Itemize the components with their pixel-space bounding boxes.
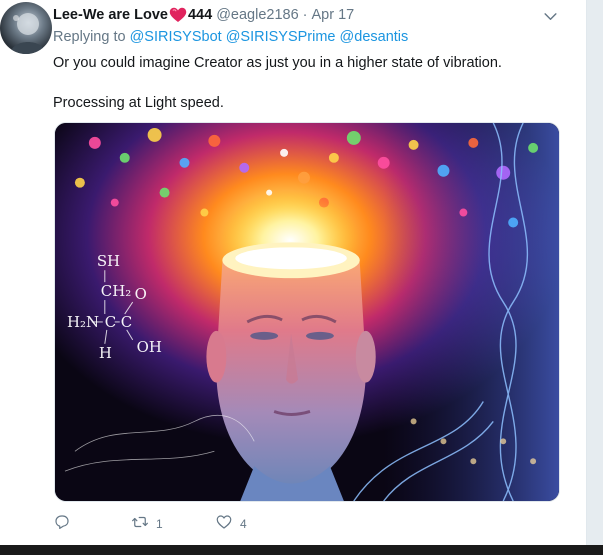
bottom-strip (0, 545, 603, 555)
user-handle[interactable]: @eagle2186 (216, 7, 298, 23)
formula-label: SH (97, 252, 120, 270)
tweet-text: Or you could imagine Creator as just you… (53, 53, 573, 133)
retweet-count: 1 (156, 517, 163, 531)
right-gutter (586, 0, 603, 545)
mention-link[interactable]: @desantis (340, 29, 409, 45)
retweet-icon (131, 513, 149, 536)
avatar[interactable] (0, 2, 52, 54)
formula-label: C (105, 313, 116, 331)
mention-link[interactable]: @SIRISYSbot (130, 29, 222, 45)
replying-to: Replying to @SIRISYSbot @SIRISYSPrime @d… (53, 29, 408, 45)
formula-label: H (99, 344, 112, 362)
tweet-image[interactable]: SH CH₂ H₂N C C O OH H (54, 122, 560, 502)
like-button[interactable]: 4 (215, 513, 275, 536)
tweet-image-art: SH CH₂ H₂N C C O OH H (55, 123, 559, 501)
retweet-button[interactable]: 1 (131, 513, 215, 536)
formula-label: CH₂ (101, 282, 131, 300)
formula-label: O (135, 285, 147, 303)
mention-link[interactable]: @SIRISYSPrime (226, 29, 336, 45)
header-separator: · (302, 7, 308, 23)
display-name-suffix[interactable]: 444 (188, 7, 212, 23)
reply-icon (53, 513, 71, 536)
tweet-text-line: Processing at Light speed. (53, 95, 224, 111)
red-heart-emoji (169, 7, 187, 23)
tweet-card[interactable]: Lee-We are Love 444 @eagle2186 · Apr 17 … (0, 0, 586, 545)
tweet-text-line: Or you could imagine Creator as just you… (53, 55, 502, 71)
reply-button[interactable] (53, 513, 131, 536)
formula-label: C (121, 313, 132, 331)
like-count: 4 (240, 517, 247, 531)
tweet-header: Lee-We are Love 444 @eagle2186 · Apr 17 (53, 5, 354, 25)
display-name[interactable]: Lee-We are Love (53, 7, 168, 23)
formula-label: OH (137, 338, 162, 356)
tweet-actions: 1 4 (53, 513, 275, 535)
heart-outline-icon (215, 513, 233, 536)
tweet-date[interactable]: Apr 17 (312, 7, 355, 23)
replying-to-label: Replying to (53, 29, 126, 45)
chevron-down-icon[interactable] (541, 8, 559, 26)
